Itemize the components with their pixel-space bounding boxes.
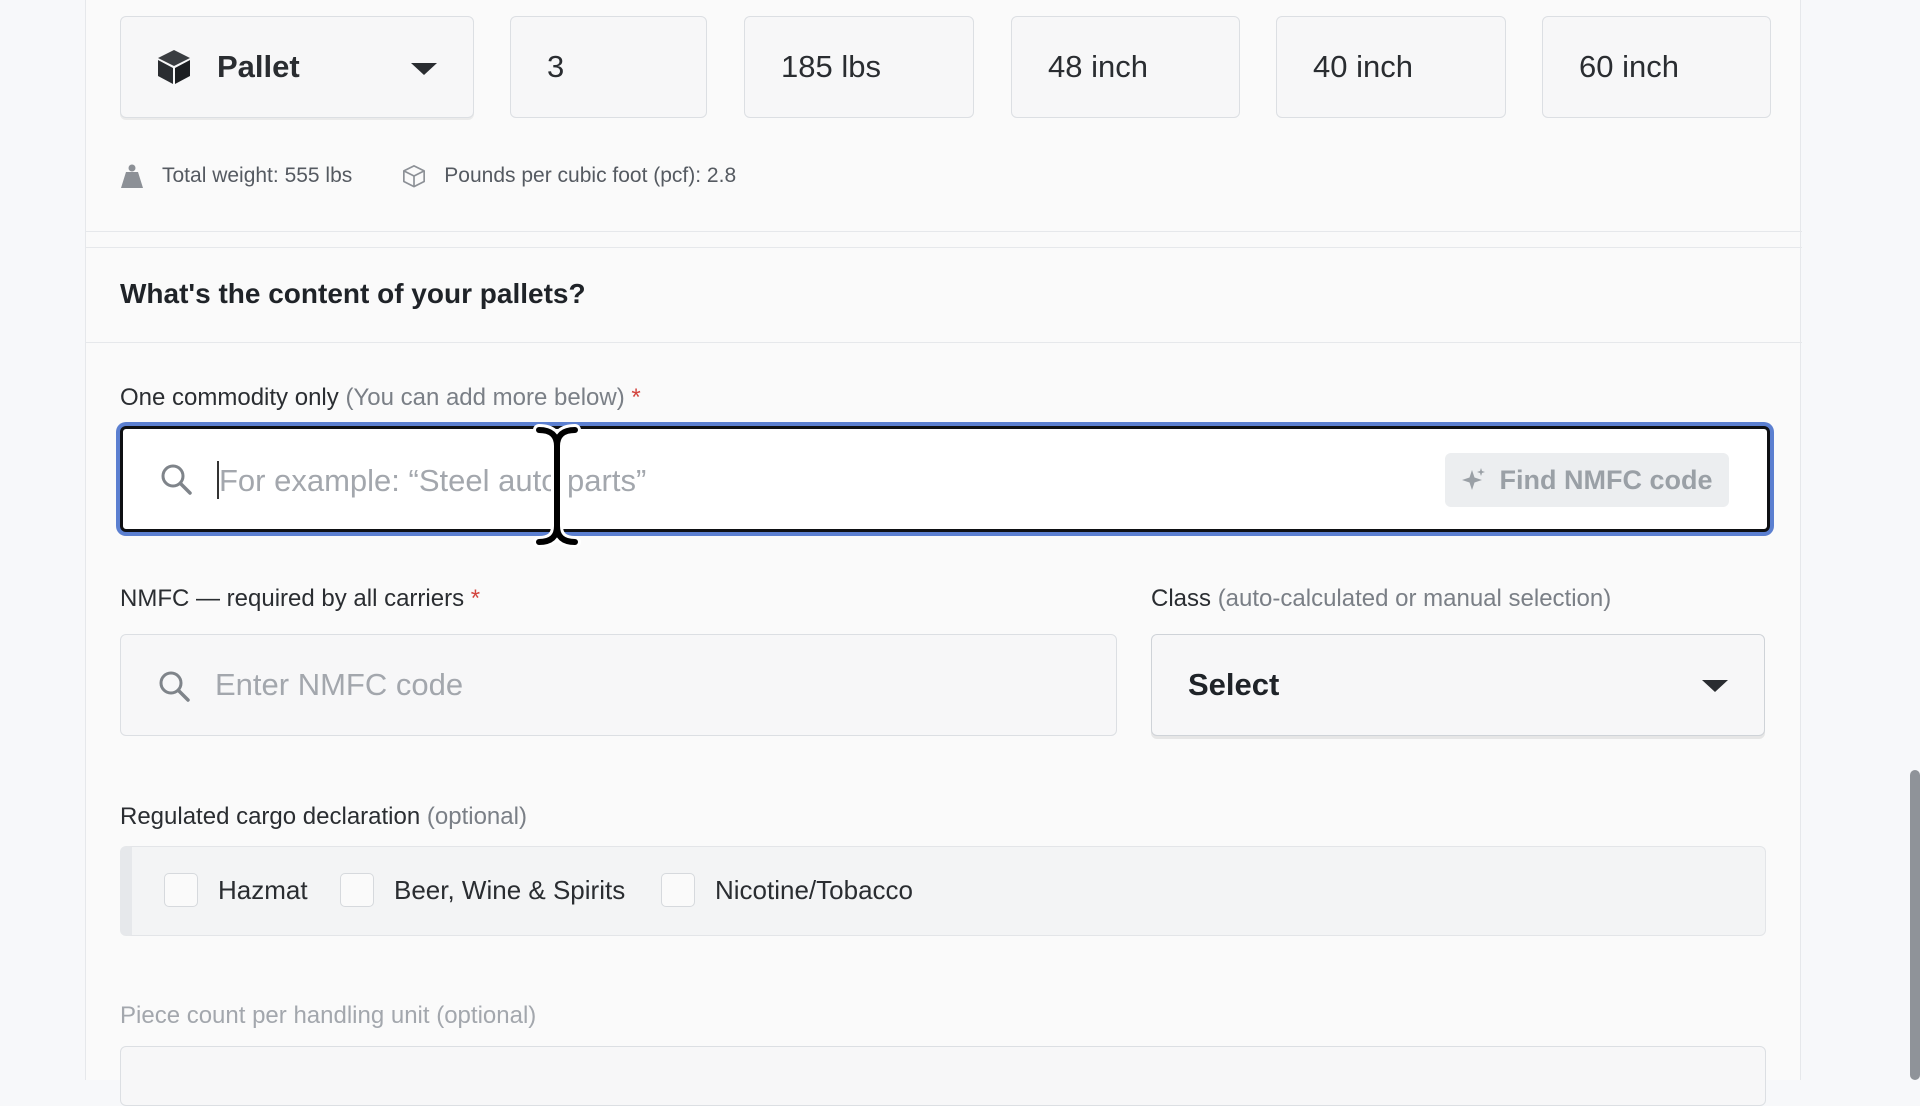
regulated-cargo-options: Hazmat Beer, Wine & Spirits Nicotine/Tob… bbox=[120, 846, 1766, 936]
section-divider bbox=[86, 247, 1802, 248]
weight-summary: Total weight: 555 lbs Pounds per cubic f… bbox=[120, 160, 786, 192]
pcf-item: Pounds per cubic foot (pcf): 2.8 bbox=[402, 163, 736, 189]
required-mark: * bbox=[470, 585, 481, 612]
nicotine-tobacco-option[interactable]: Nicotine/Tobacco bbox=[661, 873, 913, 907]
height-field[interactable]: 60 inch bbox=[1542, 16, 1771, 118]
scrollbar[interactable] bbox=[1910, 770, 1920, 1080]
total-weight-item: Total weight: 555 lbs bbox=[120, 163, 352, 189]
shipment-form: Pallet 3 185 lbs 48 inch 40 inch 60 inch… bbox=[85, 0, 1802, 1106]
total-weight-text: Total weight: 555 lbs bbox=[162, 164, 353, 187]
class-hint: (auto-calculated or manual selection) bbox=[1217, 585, 1612, 612]
beer-wine-spirits-checkbox[interactable] bbox=[340, 873, 374, 907]
commodity-input-box[interactable]: Find NMFC code bbox=[120, 426, 1770, 532]
text-cursor-icon bbox=[533, 424, 581, 548]
hazmat-option[interactable]: Hazmat bbox=[164, 873, 308, 907]
commodity-label: One commodity only (You can add more bel… bbox=[120, 384, 641, 411]
regulated-label: Regulated cargo declaration (optional) bbox=[120, 803, 527, 830]
commodity-hint: (You can add more below) bbox=[345, 384, 625, 411]
find-nmfc-button[interactable]: Find NMFC code bbox=[1445, 453, 1729, 507]
width-field[interactable]: 40 inch bbox=[1276, 16, 1506, 118]
cube-icon bbox=[158, 50, 190, 84]
handling-unit-row: Pallet 3 185 lbs 48 inch 40 inch 60 inch bbox=[120, 16, 1771, 118]
content-section-title: What's the content of your pallets? bbox=[120, 278, 586, 309]
weight-field[interactable]: 185 lbs bbox=[744, 16, 974, 118]
nmfc-input-box[interactable] bbox=[120, 634, 1117, 736]
required-mark: * bbox=[631, 384, 641, 411]
piece-count-label: Piece count per handling unit (optional) bbox=[120, 1002, 537, 1029]
beer-wine-spirits-label: Beer, Wine & Spirits bbox=[394, 874, 626, 905]
nicotine-tobacco-label: Nicotine/Tobacco bbox=[715, 874, 913, 905]
class-selected-value: Select bbox=[1188, 667, 1280, 702]
search-icon bbox=[159, 671, 190, 702]
nmfc-input[interactable] bbox=[215, 657, 1075, 713]
class-select[interactable]: Select bbox=[1151, 634, 1765, 736]
quantity-field[interactable]: 3 bbox=[510, 16, 707, 118]
chevron-down-icon bbox=[1702, 680, 1728, 692]
find-nmfc-label: Find NMFC code bbox=[1499, 464, 1713, 495]
class-label: Class (auto-calculated or manual selecti… bbox=[1151, 585, 1612, 612]
length-field[interactable]: 48 inch bbox=[1011, 16, 1240, 118]
sparkle-icon bbox=[1461, 468, 1485, 490]
pcf-text: Pounds per cubic foot (pcf): 2.8 bbox=[444, 164, 737, 187]
hazmat-checkbox[interactable] bbox=[164, 873, 198, 907]
commodity-input[interactable] bbox=[219, 453, 1299, 509]
nicotine-tobacco-checkbox[interactable] bbox=[661, 873, 695, 907]
handling-unit-type-label: Pallet bbox=[217, 49, 300, 84]
handling-unit-type-select[interactable]: Pallet bbox=[120, 16, 474, 118]
hazmat-label: Hazmat bbox=[218, 874, 308, 905]
weight-icon bbox=[121, 164, 143, 188]
section-divider bbox=[86, 342, 1802, 343]
search-icon bbox=[161, 464, 192, 495]
box-icon bbox=[403, 165, 426, 188]
beer-wine-spirits-option[interactable]: Beer, Wine & Spirits bbox=[340, 873, 625, 907]
nmfc-label: NMFC — required by all carriers * bbox=[120, 585, 481, 612]
chevron-down-icon bbox=[411, 63, 437, 75]
piece-count-input[interactable] bbox=[120, 1046, 1766, 1106]
section-divider bbox=[86, 231, 1802, 232]
regulated-hint: (optional) bbox=[426, 803, 527, 830]
